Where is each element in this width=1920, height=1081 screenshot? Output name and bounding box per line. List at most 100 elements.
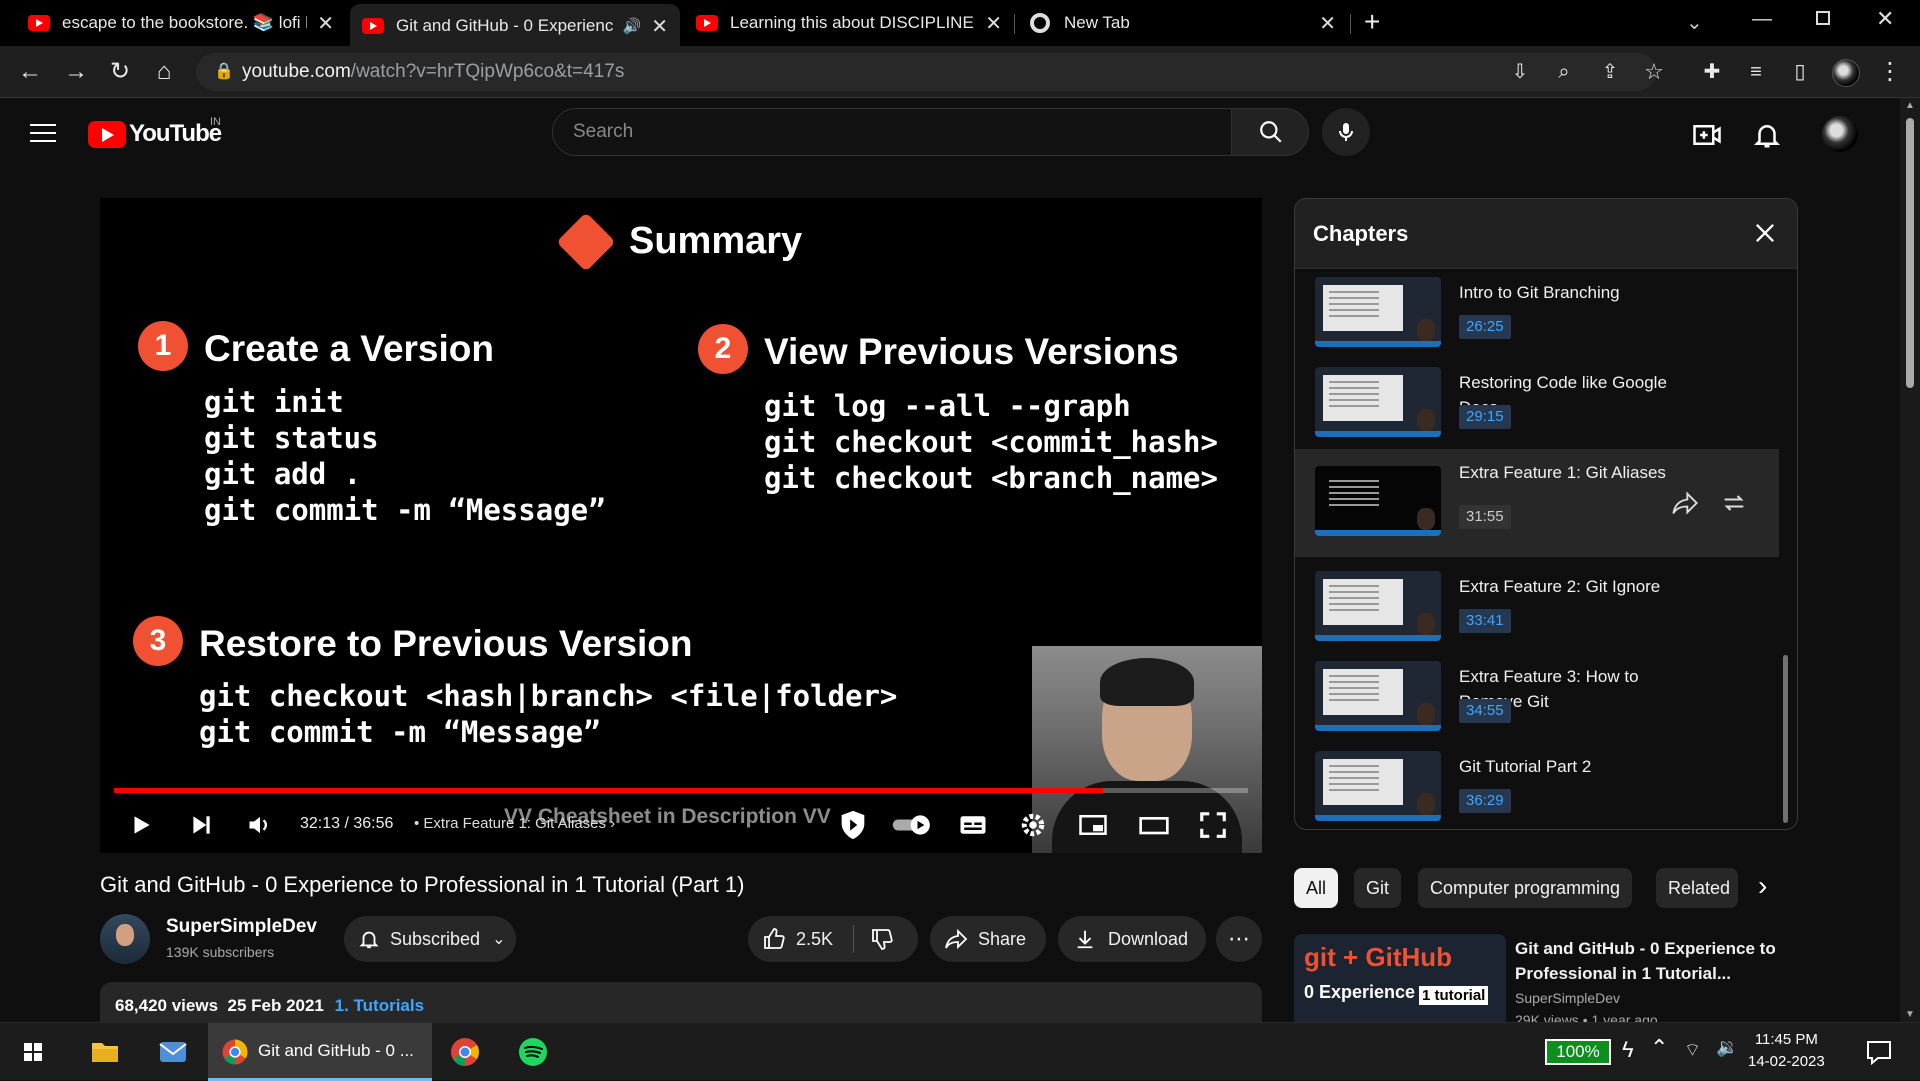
browser-tab-new[interactable]: New Tab ✕: [1018, 0, 1348, 46]
share-button[interactable]: Share: [930, 916, 1046, 962]
clock-date: 14-02-2023: [1748, 1053, 1825, 1070]
minimize-window-icon[interactable]: —: [1752, 8, 1772, 31]
scroll-up-arrow-icon[interactable]: ▲: [1905, 100, 1915, 111]
scrollbar-thumb[interactable]: [1906, 118, 1914, 388]
close-tab-icon[interactable]: ✕: [317, 11, 334, 36]
page-scrollbar[interactable]: ▲ ▼: [1900, 98, 1920, 1022]
account-avatar[interactable]: [1822, 116, 1858, 152]
new-tab-button[interactable]: +: [1364, 6, 1380, 38]
channel-name[interactable]: SuperSimpleDev: [166, 916, 317, 938]
video-player[interactable]: Summary 1 Create a Version git init git …: [100, 198, 1262, 853]
theater-mode-icon[interactable]: [1138, 808, 1170, 842]
speaker-icon[interactable]: 🔊: [623, 17, 642, 35]
close-tab-icon[interactable]: ✕: [985, 11, 1002, 36]
notification-center-icon[interactable]: [1850, 1023, 1908, 1081]
more-actions-button[interactable]: ⋯: [1216, 916, 1262, 962]
autoplay-toggle-icon[interactable]: [890, 808, 934, 842]
chapter-timestamp[interactable]: 29:15: [1459, 405, 1511, 429]
bookmark-star-icon[interactable]: ☆: [1640, 58, 1668, 86]
reload-icon[interactable]: ↻: [106, 58, 134, 86]
share-page-icon[interactable]: ⇪: [1596, 58, 1624, 86]
progress-bar[interactable]: [114, 788, 1248, 793]
chrome-icon[interactable]: [436, 1023, 494, 1081]
chapter-timestamp[interactable]: 31:55: [1459, 505, 1511, 529]
chip-all[interactable]: All: [1294, 868, 1339, 908]
forward-arrow-icon[interactable]: →: [62, 58, 90, 86]
like-count[interactable]: 2.5K: [796, 929, 833, 950]
chrome-menu-icon[interactable]: ⋮: [1876, 58, 1904, 86]
shield-icon[interactable]: [834, 808, 872, 842]
notifications-bell-icon[interactable]: [1752, 120, 1782, 150]
mail-app-icon[interactable]: [144, 1023, 202, 1081]
profile-avatar-icon[interactable]: [1832, 59, 1860, 87]
chapter-timestamp[interactable]: 26:25: [1459, 315, 1511, 339]
scroll-down-arrow-icon[interactable]: ▼: [1905, 1009, 1915, 1020]
back-arrow-icon[interactable]: ←: [16, 58, 44, 86]
chapter-timestamp[interactable]: 36:29: [1459, 789, 1511, 813]
current-chapter-label[interactable]: • Extra Feature 1: Git Aliases ›: [414, 815, 615, 832]
wifi-icon[interactable]: ⌔: [1684, 1039, 1701, 1062]
subscribed-button[interactable]: Subscribed ⌄: [344, 916, 516, 962]
extensions-puzzle-icon[interactable]: ✚: [1698, 58, 1726, 86]
related-video-title[interactable]: Git and GitHub - 0 Experience to Profess…: [1515, 936, 1805, 986]
zoom-icon[interactable]: ⌕: [1550, 58, 1578, 86]
subtitles-icon[interactable]: [958, 808, 988, 842]
search-button[interactable]: [1231, 108, 1309, 156]
home-icon[interactable]: ⌂: [150, 58, 178, 86]
download-button[interactable]: Download: [1058, 916, 1206, 962]
chapter-timestamp[interactable]: 34:55: [1459, 699, 1511, 723]
channel-avatar[interactable]: [100, 914, 150, 964]
volume-icon[interactable]: [246, 808, 274, 842]
restore-window-icon[interactable]: [1816, 11, 1830, 25]
chip-related[interactable]: Related: [1656, 868, 1738, 908]
close-window-icon[interactable]: ✕: [1876, 6, 1894, 32]
related-video-channel[interactable]: SuperSimpleDev: [1515, 990, 1620, 1006]
miniplayer-icon[interactable]: [1078, 808, 1108, 842]
chapter-item[interactable]: Extra Feature 1: Git Aliases 31:55: [1295, 449, 1779, 557]
chip-computer-programming[interactable]: Computer programming: [1418, 868, 1633, 908]
tab-search-icon[interactable]: ⌄: [1686, 10, 1703, 35]
close-tab-icon[interactable]: ✕: [1319, 11, 1336, 36]
chapter-item[interactable]: Extra Feature 3: How to Remove Git34:55: [1295, 653, 1779, 741]
taskbar-chrome-active[interactable]: Git and GitHub - 0 ...: [208, 1023, 432, 1081]
chapter-timestamp[interactable]: 33:41: [1459, 609, 1511, 633]
search-input[interactable]: Search: [552, 108, 1232, 156]
system-clock[interactable]: 11:45 PM 14-02-2023: [1748, 1029, 1825, 1073]
share-arrow-icon[interactable]: [1671, 489, 1699, 517]
chapter-item[interactable]: Git Tutorial Part 2 36:29: [1295, 743, 1779, 829]
chapter-item[interactable]: Extra Feature 2: Git Ignore 33:41: [1295, 563, 1779, 651]
chip-git[interactable]: Git: [1354, 868, 1402, 908]
side-panel-icon[interactable]: ▯: [1786, 58, 1814, 86]
playlist-tag-link[interactable]: 1. Tutorials: [335, 996, 424, 1015]
browser-tab-git[interactable]: Git and GitHub - 0 Experience 🔊 ✕: [350, 4, 680, 48]
create-video-icon[interactable]: [1692, 120, 1722, 150]
settings-gear-icon[interactable]: [1018, 808, 1048, 842]
play-icon[interactable]: [128, 808, 154, 842]
speaker-icon[interactable]: 🔉: [1716, 1037, 1738, 1058]
browser-tab-discipline[interactable]: Learning this about DISCIPLINE c ✕: [684, 0, 1014, 46]
media-control-icon[interactable]: ≡: [1742, 58, 1770, 86]
chevron-up-icon[interactable]: ⌃: [1650, 1035, 1668, 1061]
chapter-item[interactable]: Intro to Git Branching 26:25: [1295, 269, 1779, 357]
loop-icon[interactable]: [1719, 489, 1749, 517]
youtube-logo[interactable]: YouTube IN: [88, 116, 222, 148]
thumbs-down-icon[interactable]: [870, 927, 894, 951]
chapter-item[interactable]: Restoring Code like Google Docs29:15: [1295, 359, 1779, 447]
battery-indicator[interactable]: 100%: [1545, 1039, 1611, 1065]
spotify-icon[interactable]: [504, 1023, 562, 1081]
chapters-scrollbar[interactable]: [1783, 655, 1788, 823]
fullscreen-icon[interactable]: [1198, 808, 1228, 842]
thumbs-up-icon[interactable]: [762, 927, 786, 951]
next-icon[interactable]: [188, 808, 214, 842]
related-video-thumbnail[interactable]: git + GitHub 0 Experience 1 tutorial: [1294, 934, 1506, 1034]
chevron-right-icon[interactable]: ›: [1758, 870, 1767, 902]
install-app-icon[interactable]: ⇩: [1506, 58, 1534, 86]
voice-search-button[interactable]: [1322, 108, 1370, 156]
address-bar[interactable]: 🔒 youtube.com/watch?v=hrTQipWp6co&t=417s: [196, 53, 1656, 91]
hamburger-menu-icon[interactable]: [30, 124, 56, 144]
windows-start-icon[interactable]: [4, 1023, 62, 1081]
close-icon[interactable]: [1751, 219, 1779, 247]
file-explorer-icon[interactable]: [76, 1023, 134, 1081]
browser-tab-lofi[interactable]: escape to the bookstore. 📚 lofi h ✕: [16, 0, 346, 46]
close-tab-icon[interactable]: ✕: [651, 14, 668, 39]
